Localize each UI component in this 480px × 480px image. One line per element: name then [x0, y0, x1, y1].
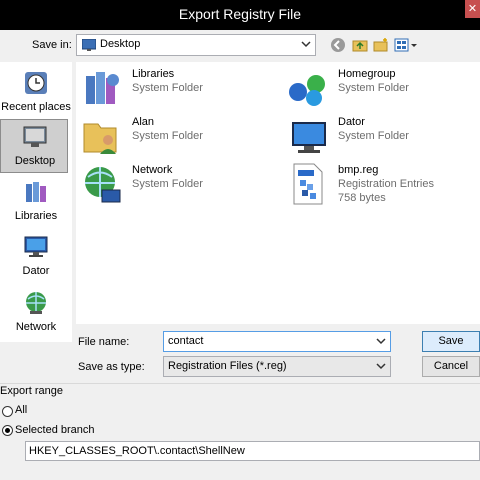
radio-all-label: All [15, 404, 28, 416]
file-name: Libraries [132, 68, 175, 80]
network-icon [26, 292, 46, 314]
network-icon [85, 167, 121, 203]
radio-dot [5, 428, 10, 433]
list-item[interactable]: Homegroup System Folder [286, 66, 480, 110]
file-name-input[interactable]: contact [163, 331, 391, 352]
file-name: Alan [132, 116, 155, 128]
file-name: Dator [338, 116, 365, 128]
back-icon[interactable] [330, 37, 346, 53]
places-bar: Recent places Desktop Libraries Dator Ne… [0, 62, 72, 342]
file-type: Registration Entries [338, 178, 434, 190]
list-item[interactable]: bmp.reg Registration Entries 758 bytes [286, 162, 480, 206]
save-in-label: Save in: [32, 39, 72, 51]
file-name: Network [132, 164, 173, 176]
file-type: System Folder [132, 82, 203, 94]
file-size: 758 bytes [338, 192, 386, 204]
up-folder-icon[interactable] [352, 37, 368, 53]
libraries-icon [26, 182, 46, 202]
list-item[interactable]: Alan System Folder [80, 114, 280, 158]
user-folder-icon [83, 123, 117, 154]
save-as-type-label: Save as type: [78, 361, 145, 373]
list-item[interactable]: Dator System Folder [286, 114, 480, 158]
save-in-dropdown[interactable]: Desktop [76, 34, 316, 56]
file-name: bmp.reg [338, 164, 379, 176]
sidebar-item-network[interactable]: Network [0, 286, 72, 340]
desktop-icon [82, 39, 96, 51]
list-item[interactable]: Libraries System Folder [80, 66, 280, 110]
reg-file-icon [293, 163, 323, 205]
window-title: Export Registry File [178, 6, 302, 22]
divider [0, 383, 480, 384]
radio-all[interactable] [2, 406, 13, 417]
sidebar-item-label: Dator [22, 265, 50, 277]
libraries-icon [86, 72, 119, 104]
sidebar-item-recent-places[interactable]: Recent places [0, 66, 72, 120]
export-range-label: Export range [0, 385, 63, 397]
file-name-value: contact [168, 335, 204, 347]
sidebar-item-dator[interactable]: Dator [0, 230, 72, 284]
save-button[interactable]: Save [422, 331, 480, 352]
sidebar-item-label: Desktop [14, 155, 56, 167]
sidebar-item-label: Network [15, 321, 57, 333]
file-type: System Folder [132, 178, 203, 190]
chevron-down-icon [376, 338, 386, 345]
sidebar-item-libraries[interactable]: Libraries [0, 175, 72, 229]
homegroup-icon [289, 75, 325, 106]
close-icon[interactable]: ✕ [465, 0, 480, 18]
title-bar[interactable]: Export Registry File ✕ [0, 0, 480, 30]
file-name: Homegroup [338, 68, 396, 80]
desktop-icon [23, 126, 47, 147]
chevron-down-icon [301, 41, 311, 48]
branch-path-input[interactable]: HKEY_CLASSES_ROOT\.contact\ShellNew [25, 441, 480, 461]
save-as-type-value: Registration Files (*.reg) [168, 360, 287, 372]
file-name-label: File name: [78, 336, 130, 348]
export-registry-dialog: Export Registry File ✕ Save in: Desktop … [0, 0, 480, 480]
file-list[interactable]: Libraries System Folder Homegroup System… [76, 62, 480, 324]
file-type: System Folder [132, 130, 203, 142]
cancel-button[interactable]: Cancel [422, 356, 480, 377]
sidebar-item-label: Recent places [1, 101, 71, 113]
save-as-type-dropdown[interactable]: Registration Files (*.reg) [163, 356, 391, 377]
radio-selected-branch-label: Selected branch [15, 424, 95, 436]
view-menu-icon[interactable] [394, 37, 418, 53]
sidebar-item-label: Libraries [14, 210, 58, 222]
branch-path-value: HKEY_CLASSES_ROOT\.contact\ShellNew [29, 445, 245, 457]
computer-icon [24, 236, 48, 257]
recent-places-icon [25, 72, 47, 94]
save-in-value: Desktop [100, 38, 141, 50]
file-type: System Folder [338, 82, 409, 94]
list-item[interactable]: Network System Folder [80, 162, 280, 206]
computer-icon [292, 122, 326, 153]
chevron-down-icon [376, 363, 386, 370]
sidebar-item-desktop[interactable]: Desktop [0, 119, 68, 173]
radio-selected-branch[interactable] [2, 425, 13, 436]
file-type: System Folder [338, 130, 409, 142]
new-folder-icon[interactable] [373, 37, 389, 53]
